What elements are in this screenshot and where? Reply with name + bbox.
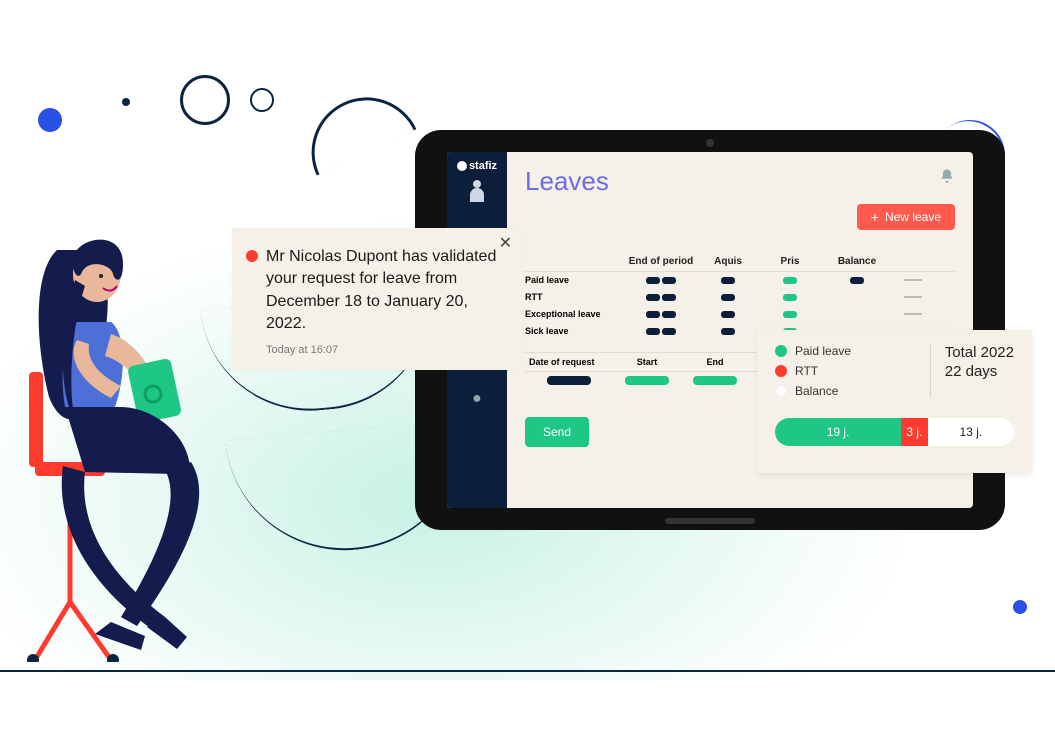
unread-dot-icon [246,250,258,262]
decorative-ring [250,88,274,112]
notification-card: ✕ Mr Nicolas Dupont has validated your r… [232,228,522,370]
brand-text: stafiz [469,160,497,172]
notification-message: Mr Nicolas Dupont has validated your req… [266,246,498,336]
balance-bar: 19 j. 3 j. 13 j. [775,418,1014,446]
decorative-line [0,670,1055,672]
decorative-ring [180,75,230,125]
brand-icon [457,161,467,171]
bar-segment-paid: 19 j. [775,418,901,446]
table-row: RTT [525,289,955,306]
illustration-woman [15,222,225,662]
close-icon[interactable]: ✕ [499,236,512,252]
col-start: Start [613,357,681,367]
total-label: Total 2022 [945,344,1014,361]
col-aquis: Aquis [697,256,759,267]
balance-legend: Paid leave RTT Balance [775,344,930,398]
notification-time: Today at 16:07 [266,344,498,356]
brand-logo: stafiz [457,160,497,172]
col-end-period: End of period [625,256,697,267]
new-leave-button[interactable]: + New leave [857,204,955,230]
col-date: Date of request [525,357,613,367]
table-row: Exceptional leave [525,306,955,323]
legend-dot-green [775,345,787,357]
page-title: Leaves [525,166,955,197]
col-balance: Balance [821,256,893,267]
row-label: Paid leave [525,275,625,285]
leave-types-table: End of period Aquis Pris Balance Paid le… [525,252,955,340]
col-end: End [681,357,749,367]
legend-dot-white [775,385,787,397]
sidebar-item[interactable]: ● [466,388,488,410]
decorative-dot [1013,600,1027,614]
legend-dot-red [775,365,787,377]
balance-card: Paid leave RTT Balance Total 2022 22 day… [757,330,1032,473]
bar-segment-balance: 13 j. [928,418,1014,446]
new-leave-label: New leave [885,210,941,224]
row-label: RTT [525,292,625,302]
legend-paid: Paid leave [795,344,851,358]
legend-rtt: RTT [795,364,818,378]
col-pris: Pris [759,256,821,267]
row-label: Exceptional leave [525,309,625,319]
person-icon [470,188,484,202]
sidebar-item-profile[interactable] [466,184,488,206]
row-label: Sick leave [525,326,625,336]
send-button[interactable]: Send [525,417,589,447]
table-row: Paid leave [525,272,955,289]
bar-segment-rtt: 3 j. [901,418,928,446]
legend-balance: Balance [795,384,838,398]
balance-totals: Total 2022 22 days [930,344,1014,398]
decorative-dot [38,108,62,132]
notifications-icon[interactable] [939,168,955,189]
total-days: 22 days [945,363,1014,380]
decorative-dot [122,98,130,106]
table-header: End of period Aquis Pris Balance [525,252,955,272]
plus-icon: + [871,210,879,224]
